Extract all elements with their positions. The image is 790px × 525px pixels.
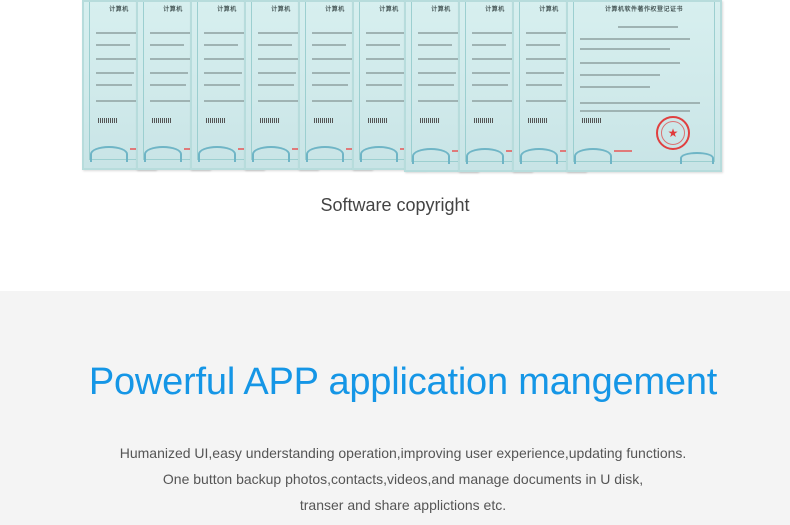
feature-headline: Powerful APP application mangement — [88, 361, 718, 403]
certificate-main: 计算机软件著作权登记证书 ★ — [566, 0, 722, 172]
certificate-section: 计算机 计算机 计算机 计算机 计算机 计算机 计算机 计算机 计算机 计算机软… — [0, 0, 790, 291]
red-star-seal-icon: ★ — [656, 116, 690, 150]
certificate-main-title: 计算机软件著作权登记证书 — [604, 6, 683, 13]
feature-section: Powerful APP application mangement Human… — [0, 291, 790, 525]
certificate-gallery: 计算机 计算机 计算机 计算机 计算机 计算机 计算机 计算机 计算机 计算机软… — [82, 0, 722, 172]
section-caption: Software copyright — [320, 195, 470, 215]
feature-description-line-3: transer and share applictions etc. — [299, 497, 507, 513]
feature-description-line-2: One button backup photos,contacts,videos… — [162, 471, 644, 487]
feature-description-line-1: Humanized UI,easy understanding operatio… — [119, 445, 687, 461]
